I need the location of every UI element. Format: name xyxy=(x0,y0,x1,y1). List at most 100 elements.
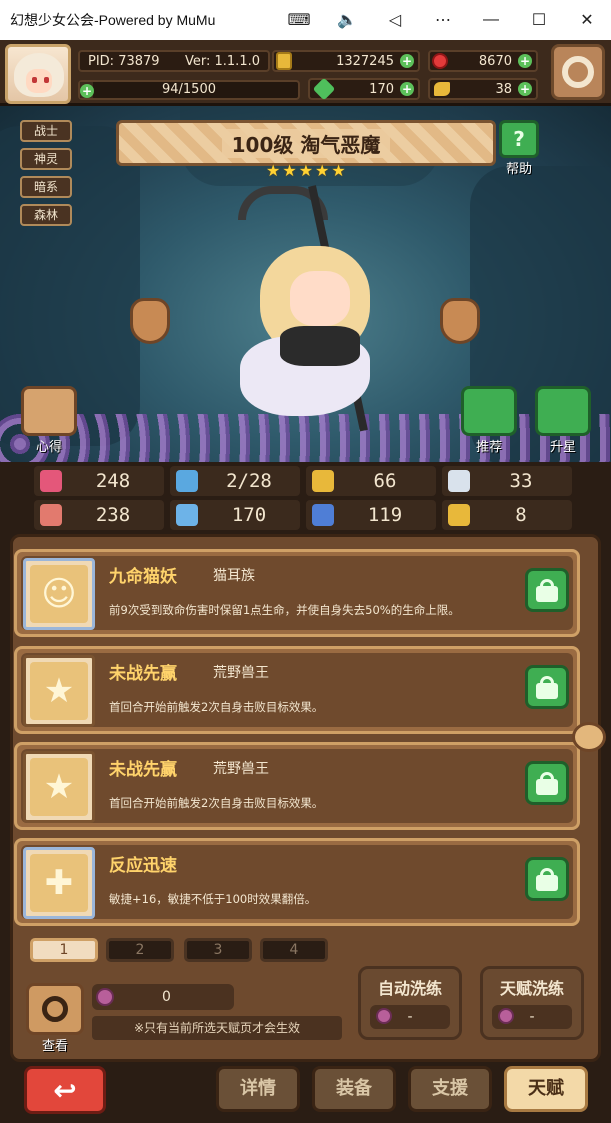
lock-icon xyxy=(536,875,558,891)
keyboard-icon[interactable]: ⌨ xyxy=(275,0,323,40)
star-icon: ★ xyxy=(298,161,314,180)
book-icon xyxy=(176,504,198,526)
talent-page-2[interactable]: 2 xyxy=(106,938,174,962)
settings-button[interactable] xyxy=(551,44,605,100)
talent-source: 荒野兽王 xyxy=(213,761,269,777)
lock-button[interactable] xyxy=(525,857,569,901)
lock-icon xyxy=(536,779,558,795)
close-button[interactable]: ✕ xyxy=(563,0,611,40)
star-badge-icon xyxy=(535,386,591,436)
lock-icon xyxy=(536,683,558,699)
star-emblem-icon: ★ xyxy=(23,751,95,823)
boot-icon xyxy=(312,504,334,526)
talent-wash-button[interactable]: 天赋洗练 - xyxy=(480,966,584,1040)
lock-icon xyxy=(536,586,558,602)
stat-wing-value: 33 xyxy=(509,470,533,492)
add-key-button[interactable]: + xyxy=(518,82,532,96)
inspect-button[interactable]: 查看 xyxy=(24,983,86,1055)
back-button[interactable]: ↩ xyxy=(24,1066,106,1114)
character-name-banner: 100级 淘气恶魔 xyxy=(116,120,496,166)
material-count: 0 xyxy=(162,989,171,1005)
add-gold-button[interactable]: + xyxy=(400,54,414,68)
tag-forest: 森林 xyxy=(20,204,72,226)
star-icon: ★ xyxy=(315,161,330,180)
fruit-icon xyxy=(96,988,114,1006)
back-triangle-icon[interactable]: ◁ xyxy=(371,0,419,40)
insight-button[interactable]: 心得 xyxy=(18,386,80,455)
talent-name: 未战先赢 xyxy=(109,760,177,780)
star-icon: ★ xyxy=(331,161,346,180)
auto-wash-button[interactable]: 自动洗练 - xyxy=(358,966,462,1040)
add-gem-button[interactable]: + xyxy=(518,54,532,68)
pid-text: PID: 73879 xyxy=(88,53,160,69)
lock-button[interactable] xyxy=(525,761,569,805)
insight-label: 心得 xyxy=(35,440,62,455)
fruit-icon xyxy=(498,1008,514,1024)
clover-value: 170 xyxy=(369,81,394,97)
talent-card-3[interactable]: ★ 未战先赢 荒野兽王 首回合开始前触发2次自身击败目标效果。 xyxy=(14,742,580,830)
key-box: 38 + xyxy=(428,78,538,100)
talent-card-2[interactable]: ★ 未战先赢 荒野兽王 首回合开始前触发2次自身击败目标效果。 xyxy=(14,646,580,734)
tab-equipment[interactable]: 装备 xyxy=(312,1066,396,1112)
prev-character-button[interactable] xyxy=(130,298,170,344)
auto-wash-label: 自动洗练 xyxy=(377,979,442,998)
stat-book: 170 xyxy=(170,500,300,530)
gem-value: 8670 xyxy=(478,53,512,69)
stat-attack: 238 xyxy=(34,500,164,530)
fist-icon xyxy=(40,504,62,526)
more-icon[interactable]: ⋯ xyxy=(419,0,467,40)
exp-text: 94/1500 xyxy=(161,82,216,97)
fruit-icon xyxy=(376,1008,392,1024)
add-exp-icon[interactable]: + xyxy=(80,84,94,98)
stat-shield: 66 xyxy=(306,466,436,496)
expand-arrow-icon[interactable] xyxy=(572,722,606,752)
magnifier-icon xyxy=(42,996,68,1022)
stat-hp: 248 xyxy=(34,466,164,496)
stat-shield-value: 66 xyxy=(373,470,397,492)
star-icon: ★ xyxy=(266,161,281,180)
talent-description: 前9次受到致命伤害时保留1点生命，并使自身失去50%的生命上限。 xyxy=(109,603,460,617)
status-panel: PID: 73879 Ver: 1.1.1.0 1327245 + 8670 +… xyxy=(0,40,611,106)
lock-button[interactable] xyxy=(525,568,569,612)
recommend-button[interactable]: 推荐 xyxy=(458,386,520,455)
character-scene: 战士 神灵 暗系 森林 100级 淘气恶魔 ★ ★ ★ ★ ★ ? 帮助 心得 … xyxy=(0,106,611,462)
talent-card-1[interactable]: ☺ 九命猫妖 猫耳族 前9次受到致命伤害时保留1点生命，并使自身失去50%的生命… xyxy=(14,549,580,637)
tab-details[interactable]: 详情 xyxy=(216,1066,300,1112)
talent-page-note: ※只有当前所选天赋页才会生效 xyxy=(92,1016,342,1040)
inspect-label: 查看 xyxy=(41,1039,68,1054)
thumbs-up-icon xyxy=(461,386,517,436)
player-avatar[interactable] xyxy=(5,44,71,104)
key-value: 38 xyxy=(495,81,512,97)
cat-mask-icon: ☺ xyxy=(23,558,95,630)
recommend-label: 推荐 xyxy=(475,440,502,455)
tab-talent[interactable]: 天赋 xyxy=(504,1066,588,1112)
maximize-button[interactable]: ☐ xyxy=(515,0,563,40)
character-title: 100级 淘气恶魔 xyxy=(221,128,391,158)
tag-deity: 神灵 xyxy=(20,148,72,170)
stat-book-value: 170 xyxy=(231,504,267,526)
star-up-button[interactable]: 升星 xyxy=(532,386,594,455)
character-sprite xyxy=(210,185,410,436)
tab-support[interactable]: 支援 xyxy=(408,1066,492,1112)
add-clover-button[interactable]: + xyxy=(400,82,414,96)
help-label: 帮助 xyxy=(505,162,532,177)
next-character-button[interactable] xyxy=(440,298,480,344)
volume-icon[interactable]: 🔈 xyxy=(323,0,371,40)
gem-box: 8670 + xyxy=(428,50,538,72)
exp-bar: 94/1500 xyxy=(78,80,300,100)
clover-box: 170 + xyxy=(308,77,420,101)
talent-wash-label: 天赋洗练 xyxy=(499,979,564,998)
lock-button[interactable] xyxy=(525,665,569,709)
talent-page-4[interactable]: 4 xyxy=(260,938,328,962)
help-button[interactable]: ? 帮助 xyxy=(497,120,541,177)
stat-speed: 119 xyxy=(306,500,436,530)
stat-water: 2/28 xyxy=(170,466,300,496)
talent-card-4[interactable]: ✚ 反应迅速 敏捷+16，敏捷不低于100时效果翻倍。 xyxy=(14,838,580,926)
talent-page-3[interactable]: 3 xyxy=(184,938,252,962)
talent-page-1[interactable]: 1 xyxy=(30,938,98,962)
stat-water-value: 2/28 xyxy=(226,470,272,492)
bottom-nav: ↩ 详情 装备 支援 天赋 xyxy=(0,1062,611,1123)
talent-description: 首回合开始前触发2次自身击败目标效果。 xyxy=(109,700,324,714)
water-drop-icon xyxy=(176,470,198,492)
minimize-button[interactable]: — xyxy=(467,0,515,40)
